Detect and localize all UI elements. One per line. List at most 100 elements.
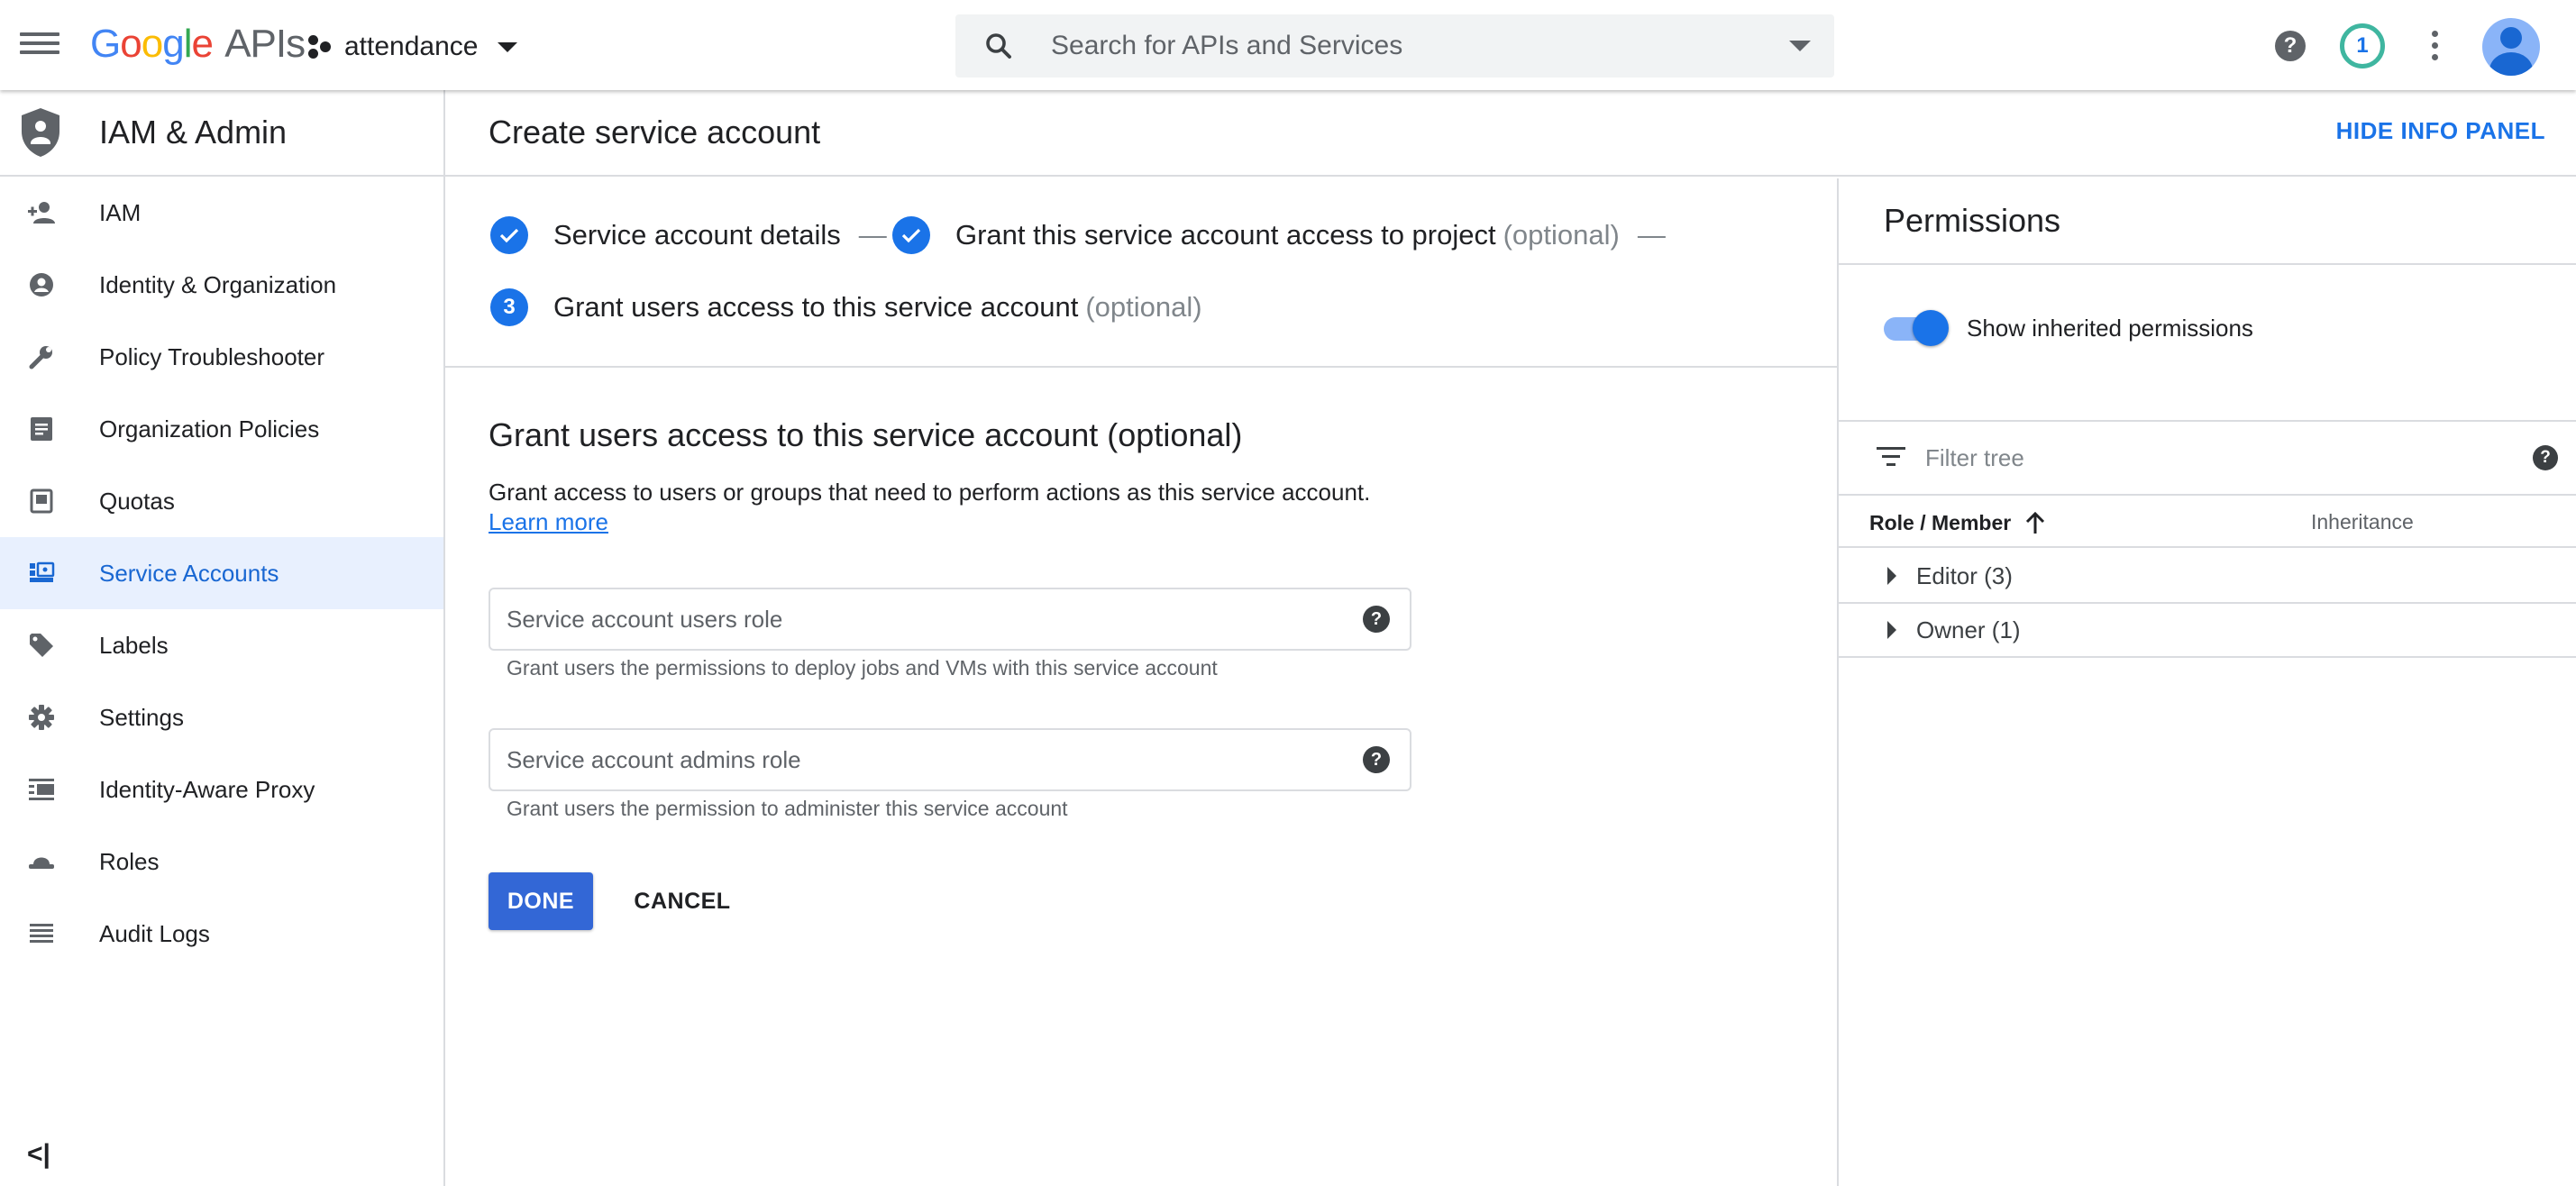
project-name: attendance [344,32,479,61]
sidebar-header: IAM & Admin [0,90,443,177]
logo-letter-e: e [191,22,214,66]
help-icon[interactable]: ? [2533,445,2558,470]
google-apis-logo[interactable]: Google APIs [90,22,306,67]
logo-letter-o2: o [141,22,164,66]
stepper: Service account details — Grant this ser… [445,178,1837,368]
grant-users-form: Grant users access to this service accou… [489,416,1822,930]
account-circle-icon [25,269,58,301]
logo-letter-o1: o [120,22,142,66]
permissions-info-panel: Permissions Show inherited permissions F… [1837,178,2576,1186]
help-icon[interactable]: ? [2275,31,2306,61]
sidebar-item-label: Quotas [99,487,175,515]
logo-letter-g1: G [90,22,121,66]
project-dots-icon [306,33,333,60]
toggle-label: Show inherited permissions [1967,314,2253,342]
sidebar-item-labels[interactable]: Labels [0,609,443,681]
sidebar-item-label: Identity & Organization [99,270,337,298]
learn-more-link[interactable]: Learn more [489,508,608,536]
check-circle-icon [490,216,528,254]
notifications-badge[interactable]: 1 [2340,23,2385,68]
service-account-users-role-field[interactable]: Service account users role ? [489,588,1411,651]
show-inherited-toggle-row[interactable]: Show inherited permissions [1884,310,2253,346]
permission-row-label: Editor (3) [1916,561,2013,589]
check-circle-icon [892,216,930,254]
step-separator: — [858,219,887,251]
sidebar-item-identity-organization[interactable]: Identity & Organization [0,249,443,321]
sort-arrow-up-icon[interactable] [2023,510,2047,535]
sidebar-item-roles[interactable]: Roles [0,826,443,898]
sidebar-item-label: Settings [99,703,184,731]
role-member-label: Role / Member [1869,510,2012,534]
permission-row-editor[interactable]: Editor (3) [1839,550,2576,604]
sidebar-item-iam[interactable]: IAM [0,177,443,249]
step-grant-users-access[interactable]: 3 Grant users access to this service acc… [490,288,1202,326]
sidebar-item-label: Service Accounts [99,559,279,587]
step-3-optional: (optional) [1085,291,1202,323]
list-icon [25,917,58,950]
sidebar-item-audit-logs[interactable]: Audit Logs [0,898,443,970]
sidebar-item-settings[interactable]: Settings [0,681,443,753]
sidebar-item-label: Organization Policies [99,415,320,442]
users-role-hint: Grant users the permissions to deploy jo… [507,656,1218,680]
sidebar-item-label: Roles [99,847,160,875]
person-add-icon [25,196,58,229]
more-options-icon[interactable] [2430,31,2439,63]
admins-role-input[interactable]: Service account admins role [507,746,1363,774]
step-service-account-details[interactable]: Service account details — [490,216,905,254]
hide-info-panel-button[interactable]: HIDE INFO PANEL [2336,117,2545,145]
wrench-icon [25,341,58,373]
sidebar-item-quotas[interactable]: Quotas [0,465,443,537]
sidebar-item-label: Policy Troubleshooter [99,342,325,370]
sidebar-title: IAM & Admin [99,114,288,151]
sidebar: IAM & Admin IAM Identity & Organization … [0,90,445,1186]
search-input[interactable]: Search for APIs and Services [1051,31,1789,61]
form-description: Grant access to users or groups that nee… [489,479,1371,506]
sidebar-item-identity-aware-proxy[interactable]: Identity-Aware Proxy [0,753,443,826]
search-icon [986,33,1011,59]
service-account-icon [25,557,58,589]
document-icon [25,413,58,445]
hamburger-menu-icon[interactable] [20,27,59,63]
cancel-button[interactable]: CANCEL [624,872,741,930]
admins-role-hint: Grant users the permission to administer… [507,797,1068,820]
collapse-sidebar-icon[interactable]: <| [27,1139,50,1170]
permission-row-label: Owner (1) [1916,616,2021,643]
sidebar-item-label: IAM [99,198,142,226]
expand-arrow-icon[interactable] [1887,621,1896,639]
filter-tree-input[interactable]: Filter tree [1925,444,2533,472]
hat-icon [25,845,58,878]
step-grant-project-access[interactable]: Grant this service account access to pro… [892,216,1684,254]
gear-icon [25,701,58,734]
filter-tree-bar[interactable]: Filter tree ? [1839,420,2576,496]
done-button[interactable]: DONE [489,872,593,930]
help-icon[interactable]: ? [1363,746,1390,773]
logo-apis-text: APIs [224,22,306,66]
expand-arrow-icon[interactable] [1887,567,1896,585]
filter-icon [1877,447,1905,469]
user-avatar[interactable] [2482,18,2540,76]
search-bar[interactable]: Search for APIs and Services [955,14,1834,78]
role-member-column-header[interactable]: Role / Member [1869,510,2047,535]
users-role-input[interactable]: Service account users role [507,606,1363,634]
permissions-table-header: Role / Member Inheritance [1839,496,2576,548]
page-title: Create service account [489,114,821,151]
sidebar-item-service-accounts[interactable]: Service Accounts [0,537,443,609]
sidebar-item-policy-troubleshooter[interactable]: Policy Troubleshooter [0,321,443,393]
page-header: Create service account HIDE INFO PANEL [445,90,2576,177]
sidebar-item-organization-policies[interactable]: Organization Policies [0,393,443,465]
show-inherited-toggle[interactable] [1884,310,1949,346]
panel-title: Permissions [1839,178,2576,265]
project-dropdown-icon [498,41,518,52]
step-1-label: Service account details [553,219,841,251]
step-2-optional: (optional) [1503,219,1620,251]
sidebar-item-label: Labels [99,631,169,659]
service-account-admins-role-field[interactable]: Service account admins role ? [489,728,1411,791]
permission-row-owner[interactable]: Owner (1) [1839,604,2576,658]
top-app-bar: Google APIs attendance Search for APIs a… [0,0,2576,90]
page: { "topbar": { "logo_letters": ["G","o","… [0,0,2576,1186]
help-icon[interactable]: ? [1363,606,1390,633]
logo-letter-g2: g [162,22,185,66]
project-selector[interactable]: attendance [306,27,518,67]
shield-icon [22,108,59,157]
search-dropdown-icon[interactable] [1789,41,1811,51]
